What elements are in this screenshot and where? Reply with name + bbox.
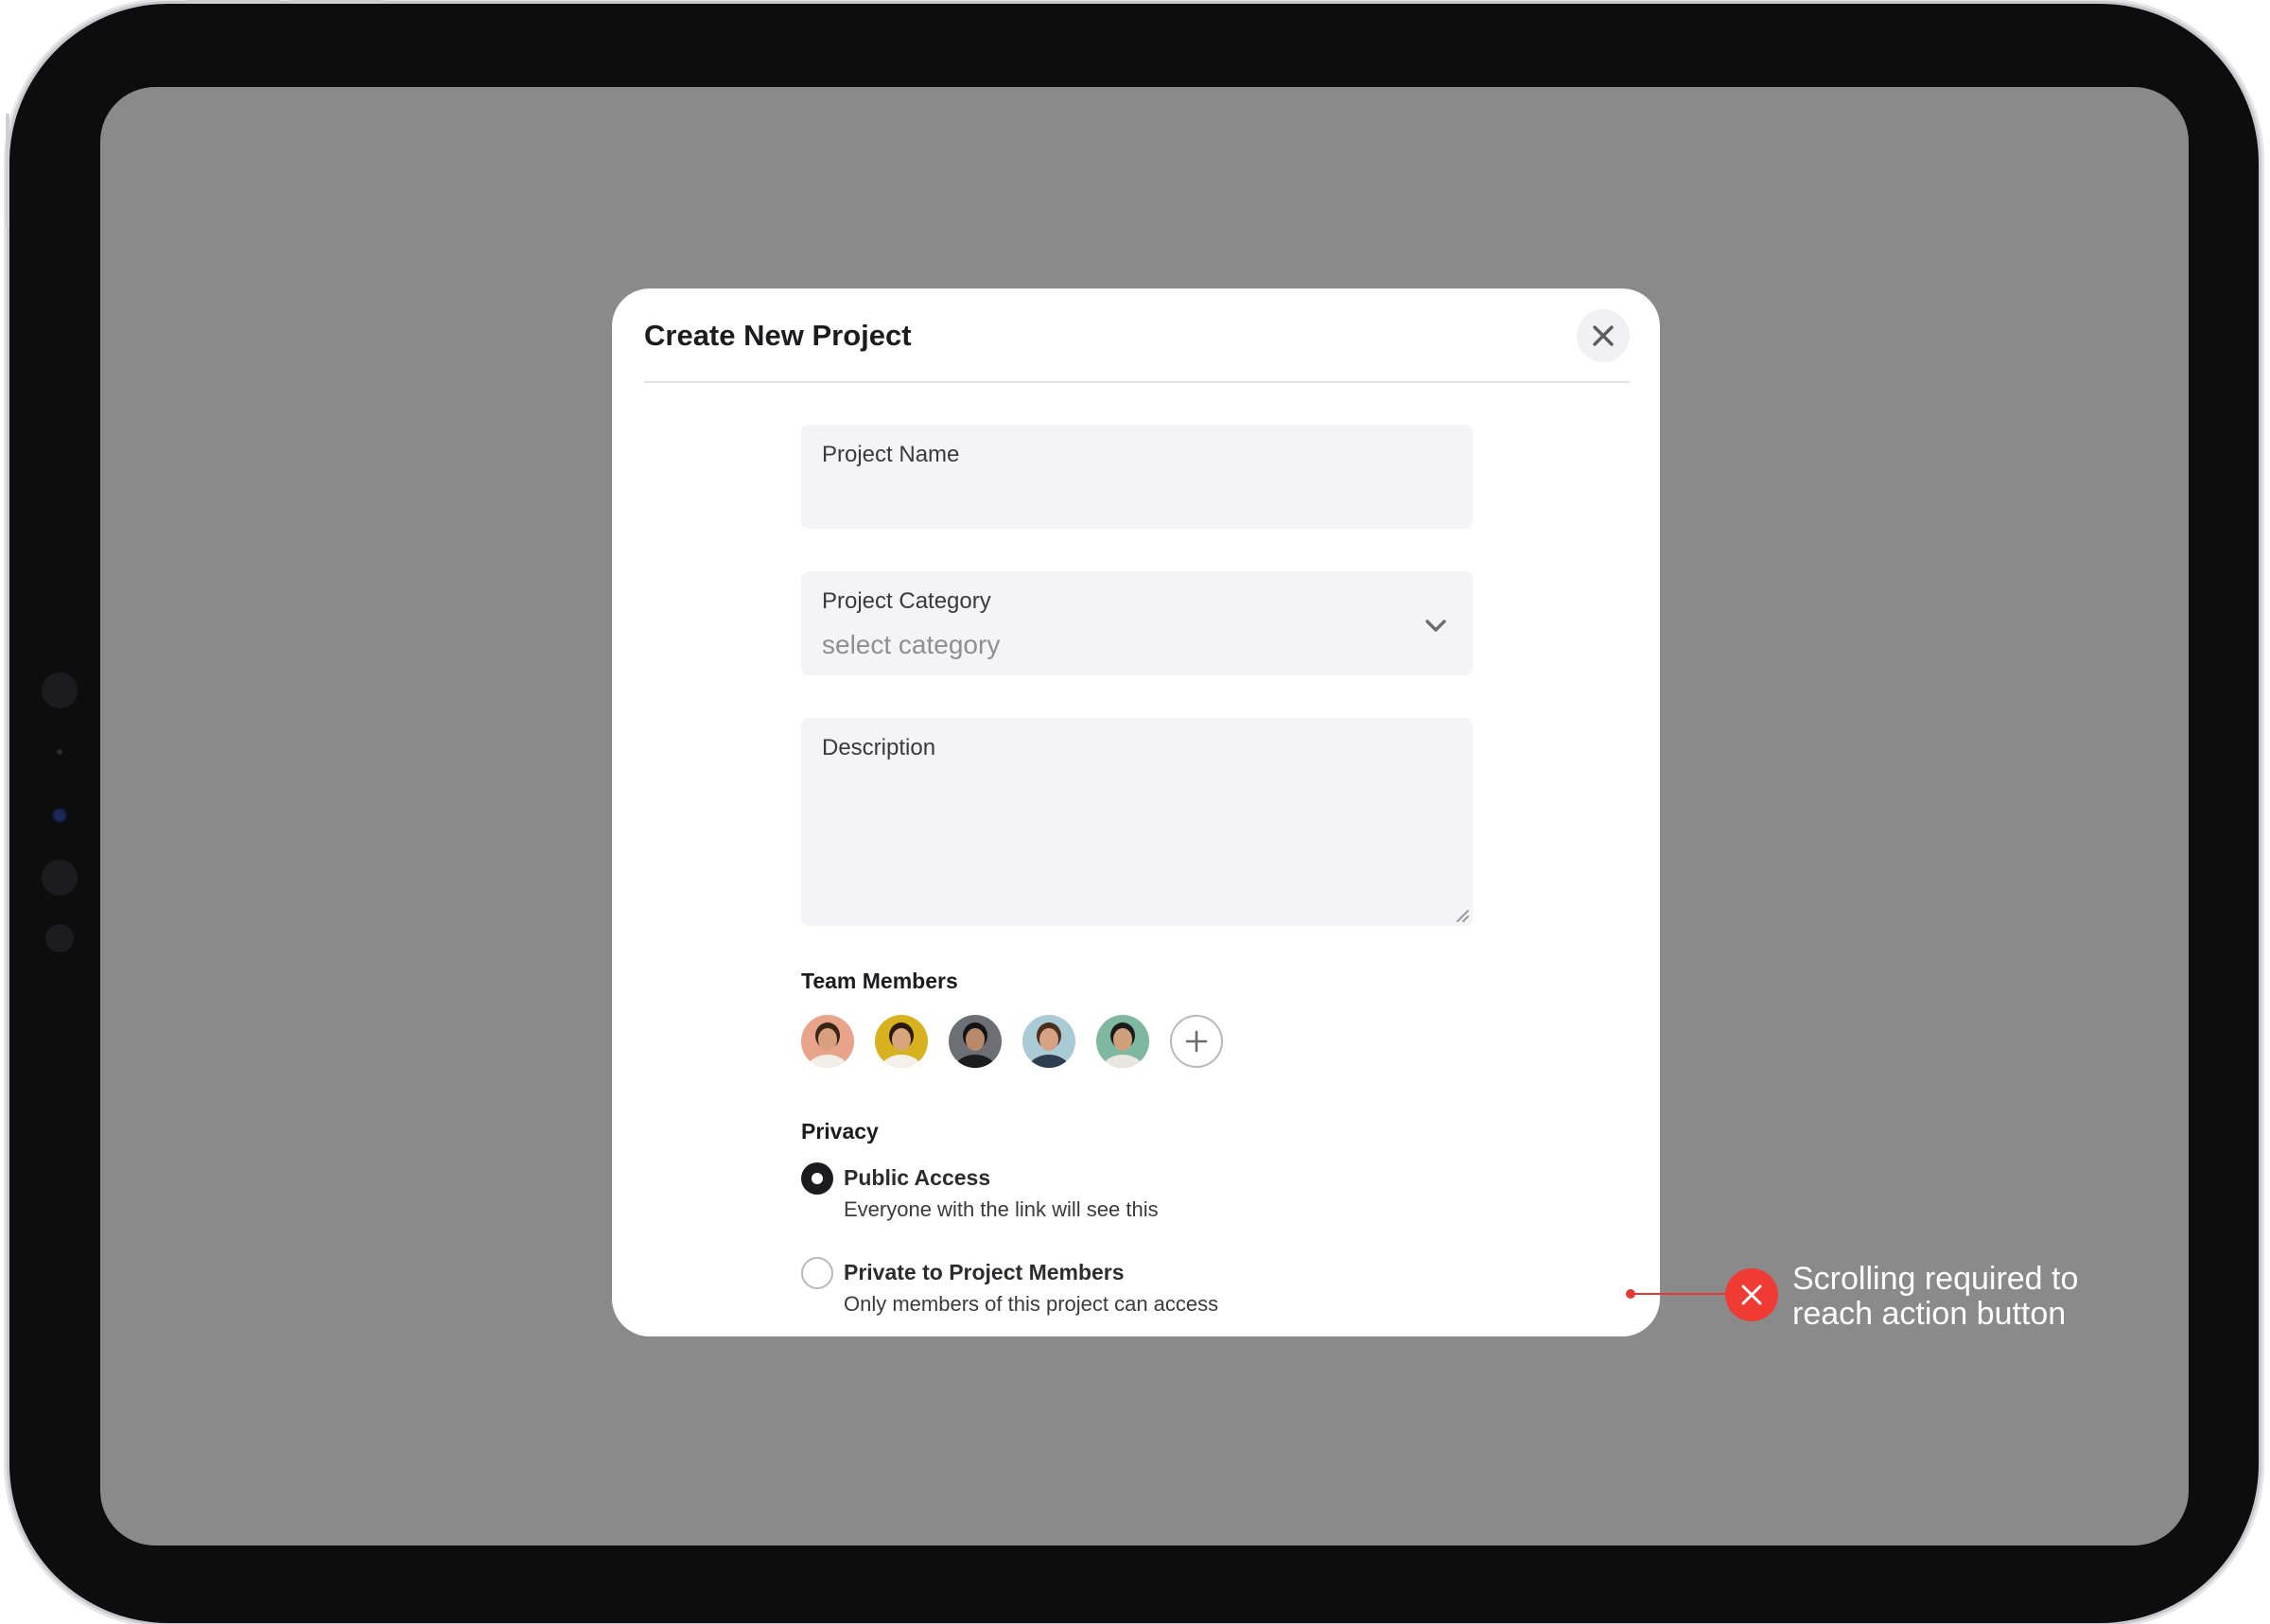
- team-member-avatar[interactable]: [1022, 1015, 1075, 1068]
- radio-public-selected[interactable]: [801, 1162, 833, 1195]
- close-icon: [1593, 325, 1614, 346]
- volume-down-button: [289, 0, 384, 4]
- avatar-portrait: [875, 1015, 928, 1068]
- front-sensor: [42, 672, 78, 708]
- team-member-avatar[interactable]: [1096, 1015, 1149, 1068]
- project-category-placeholder: select category: [822, 630, 1001, 659]
- avatar-portrait: [1096, 1015, 1149, 1068]
- privacy-option-title: Public Access: [844, 1165, 991, 1190]
- team-member-avatar[interactable]: [949, 1015, 1002, 1068]
- modal-header: Create New Project: [644, 288, 1630, 383]
- ambient-sensor: [57, 749, 62, 755]
- front-camera: [54, 810, 65, 821]
- team-member-avatar[interactable]: [875, 1015, 928, 1068]
- privacy-option-public[interactable]: Public Access Everyone with the link wil…: [801, 1162, 1463, 1229]
- privacy-label: Privacy: [801, 1119, 879, 1144]
- project-name-label: Project Name: [822, 442, 960, 467]
- face-id-sensor: [42, 860, 78, 896]
- project-name-field[interactable]: Project Name: [801, 425, 1473, 529]
- power-button: [6, 114, 9, 227]
- description-textarea[interactable]: Description: [801, 718, 1473, 926]
- chevron-down-icon: [1425, 620, 1446, 632]
- team-members-label: Team Members: [801, 969, 958, 993]
- error-x-icon: [1741, 1284, 1762, 1305]
- description-label: Description: [822, 735, 936, 760]
- privacy-option-description: Everyone with the link will see this: [844, 1197, 1159, 1221]
- annotation-leader-line: [1631, 1293, 1727, 1295]
- create-project-modal: Create New Project Project Name Project …: [612, 288, 1660, 1336]
- privacy-option-private[interactable]: Private to Project Members Only members …: [801, 1257, 1463, 1323]
- privacy-option-description: Only members of this project can access: [844, 1292, 1219, 1316]
- add-member-button[interactable]: [1170, 1015, 1223, 1068]
- volume-up-button: [185, 0, 280, 4]
- avatar-portrait: [801, 1015, 854, 1068]
- avatar-portrait: [1022, 1015, 1075, 1068]
- modal-title: Create New Project: [644, 319, 912, 352]
- team-member-avatar[interactable]: [801, 1015, 854, 1068]
- radio-private-unselected[interactable]: [801, 1257, 833, 1289]
- annotation-text: Scrolling required to reach action butto…: [1792, 1261, 2079, 1332]
- project-category-label: Project Category: [822, 588, 991, 614]
- project-category-select[interactable]: Project Category select category: [801, 571, 1473, 675]
- proximity-sensor: [45, 924, 74, 952]
- close-button[interactable]: [1577, 309, 1630, 362]
- plus-icon: [1185, 1030, 1208, 1053]
- annotation-error-badge: [1725, 1268, 1778, 1321]
- privacy-option-title: Private to Project Members: [844, 1260, 1125, 1284]
- avatar-portrait: [949, 1015, 1002, 1068]
- resize-handle-icon[interactable]: [1456, 909, 1469, 922]
